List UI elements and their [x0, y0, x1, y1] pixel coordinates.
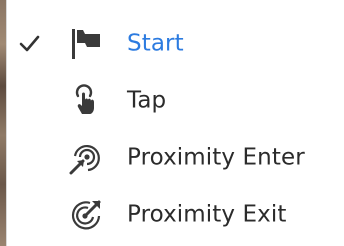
menu-item-label: Start — [127, 30, 184, 57]
checkmark-icon — [19, 35, 40, 52]
tap-gesture-icon — [75, 84, 94, 114]
menu-item-proximity-exit[interactable]: Proximity Exit — [7, 187, 344, 243]
menu-item-proximity-enter[interactable]: Proximity Enter — [7, 130, 344, 186]
menu-item-label: Proximity Exit — [127, 201, 287, 228]
menu-item-start[interactable]: Start — [7, 16, 344, 72]
menu-item-tap[interactable]: Tap — [7, 73, 344, 129]
proximity-exit-icon — [71, 200, 101, 230]
menu-item-label: Tap — [127, 87, 167, 114]
proximity-enter-icon — [69, 144, 100, 175]
flag-icon — [72, 29, 100, 59]
menu-item-label: Proximity Enter — [127, 144, 305, 171]
trigger-menu: Start Tap Proximity Enter Proximity Exit — [6, 0, 344, 246]
